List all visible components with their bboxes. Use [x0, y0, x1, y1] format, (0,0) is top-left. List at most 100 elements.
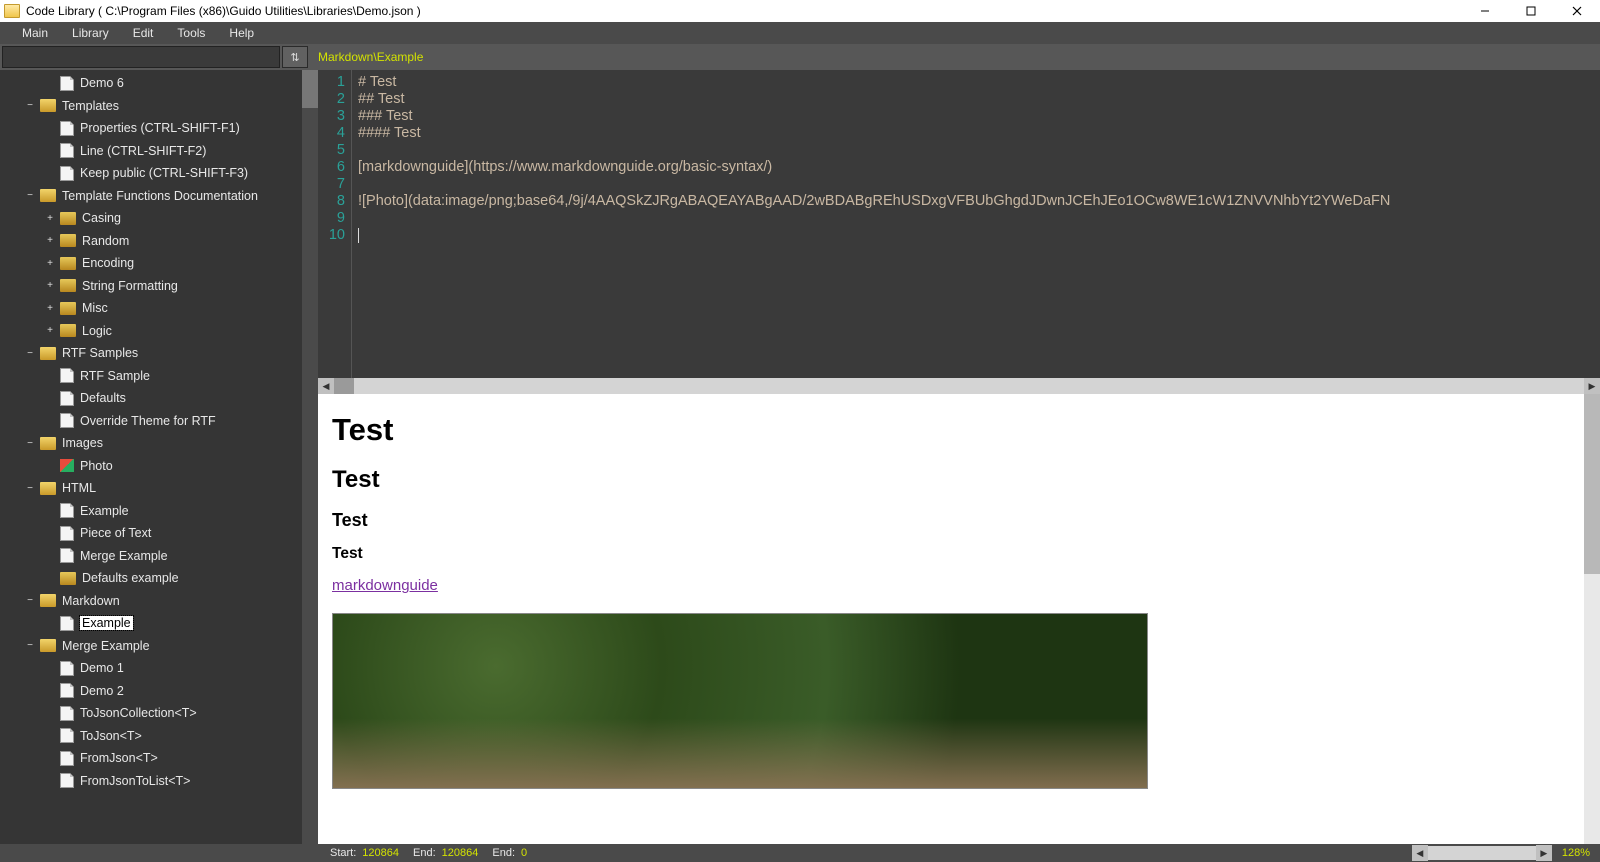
app-folder-icon: [4, 4, 20, 18]
maximize-button[interactable]: [1508, 0, 1554, 22]
code-content[interactable]: # Test## Test### Test#### Test [markdowng…: [352, 70, 1600, 378]
file-icon: [60, 368, 74, 383]
menu-library[interactable]: Library: [60, 22, 121, 44]
menu-edit[interactable]: Edit: [121, 22, 166, 44]
code-line[interactable]: [358, 227, 1600, 244]
collapse-icon[interactable]: −: [24, 348, 36, 359]
tree-item[interactable]: + Casing: [0, 207, 318, 230]
expand-icon[interactable]: +: [44, 325, 56, 336]
code-line[interactable]: # Test: [358, 74, 1600, 91]
tree-item[interactable]: Keep public (CTRL-SHIFT-F3): [0, 162, 318, 185]
file-icon: [60, 503, 74, 518]
tree-item-label: Casing: [82, 211, 121, 225]
expand-icon[interactable]: +: [44, 303, 56, 314]
sidebar: Demo 6−TemplatesProperties (CTRL-SHIFT-F…: [0, 70, 318, 844]
tree-item[interactable]: +String Formatting: [0, 275, 318, 298]
tree-item[interactable]: −Template Functions Documentation: [0, 185, 318, 208]
tree-item[interactable]: ToJson<T>: [0, 725, 318, 748]
expand-icon[interactable]: +: [44, 235, 56, 246]
collapse-icon[interactable]: −: [24, 100, 36, 111]
tree-item[interactable]: −Markdown: [0, 590, 318, 613]
code-line[interactable]: [358, 176, 1600, 193]
tree-item[interactable]: −Templates: [0, 95, 318, 118]
tree-item[interactable]: Line (CTRL-SHIFT-F2): [0, 140, 318, 163]
tree-item[interactable]: +Misc: [0, 297, 318, 320]
tree-item-label: Encoding: [82, 256, 134, 270]
tree-item[interactable]: +Logic: [0, 320, 318, 343]
tree-item[interactable]: Defaults example: [0, 567, 318, 590]
collapse-icon[interactable]: −: [24, 595, 36, 606]
scroll-thumb[interactable]: [334, 378, 354, 394]
scroll-right-icon[interactable]: ▶: [1584, 378, 1600, 394]
tree-item[interactable]: Override Theme for RTF: [0, 410, 318, 433]
search-input[interactable]: [2, 46, 280, 68]
line-number: 4: [318, 125, 345, 142]
tree-item[interactable]: Piece of Text: [0, 522, 318, 545]
tree-item[interactable]: RTF Sample: [0, 365, 318, 388]
tree-item[interactable]: −Images: [0, 432, 318, 455]
preview-h4: Test: [332, 545, 1586, 563]
tree-item[interactable]: −RTF Samples: [0, 342, 318, 365]
editor-horizontal-scrollbar[interactable]: ◀ ▶: [318, 378, 1600, 394]
window-title: Code Library ( C:\Program Files (x86)\Gu…: [26, 4, 421, 18]
code-line[interactable]: ![Photo](data:image/png;base64,/9j/4AAQS…: [358, 193, 1600, 210]
code-line[interactable]: [358, 210, 1600, 227]
preview-scroll-thumb[interactable]: [1584, 394, 1600, 574]
sort-icon: ⇅: [290, 51, 299, 64]
collapse-icon[interactable]: −: [24, 640, 36, 651]
line-number: 1: [318, 74, 345, 91]
code-line[interactable]: ## Test: [358, 91, 1600, 108]
toolbar: ⇅ Markdown\Example: [0, 44, 1600, 70]
expand-icon[interactable]: +: [44, 280, 56, 291]
status-horizontal-scrollbar[interactable]: ◀ ▶: [1412, 846, 1552, 860]
line-number: 6: [318, 159, 345, 176]
status-scroll-right-icon[interactable]: ▶: [1536, 845, 1552, 861]
expand-icon[interactable]: +: [44, 213, 56, 224]
scroll-left-icon[interactable]: ◀: [318, 378, 334, 394]
line-number: 8: [318, 193, 345, 210]
tree-item[interactable]: Merge Example: [0, 545, 318, 568]
menu-help[interactable]: Help: [217, 22, 266, 44]
minimize-button[interactable]: [1462, 0, 1508, 22]
tree-item[interactable]: +Random: [0, 230, 318, 253]
tree-item[interactable]: Defaults: [0, 387, 318, 410]
sidebar-scroll-thumb[interactable]: [302, 70, 318, 108]
tree-item[interactable]: Example: [0, 612, 318, 635]
status-scroll-left-icon[interactable]: ◀: [1412, 845, 1428, 861]
tree-item[interactable]: Demo 2: [0, 680, 318, 703]
tree-item[interactable]: FromJsonToList<T>: [0, 770, 318, 793]
file-icon: [60, 661, 74, 676]
expand-icon[interactable]: +: [44, 258, 56, 269]
menu-main[interactable]: Main: [10, 22, 60, 44]
tree-item[interactable]: + Encoding: [0, 252, 318, 275]
tree-item-label: Override Theme for RTF: [80, 414, 216, 428]
tree-item[interactable]: FromJson<T>: [0, 747, 318, 770]
file-icon: [60, 683, 74, 698]
tree-item[interactable]: Photo: [0, 455, 318, 478]
tree-item[interactable]: Example: [0, 500, 318, 523]
tree-item[interactable]: −HTML: [0, 477, 318, 500]
code-line[interactable]: [358, 142, 1600, 159]
code-line[interactable]: ### Test: [358, 108, 1600, 125]
code-line[interactable]: #### Test: [358, 125, 1600, 142]
collapse-icon[interactable]: −: [24, 438, 36, 449]
file-icon: [60, 548, 74, 563]
preview-link[interactable]: markdownguide: [332, 577, 438, 594]
zoom-level[interactable]: 128%: [1562, 847, 1590, 859]
tree-item-label: Example: [80, 616, 133, 630]
sidebar-scrollbar[interactable]: [302, 70, 318, 844]
tree-item[interactable]: Properties (CTRL-SHIFT-F1): [0, 117, 318, 140]
tree-item[interactable]: Demo 1: [0, 657, 318, 680]
code-editor[interactable]: 12345678910 # Test## Test### Test#### Te…: [318, 70, 1600, 378]
sort-button[interactable]: ⇅: [282, 46, 308, 68]
collapse-icon[interactable]: −: [24, 483, 36, 494]
tree-item[interactable]: ToJsonCollection<T>: [0, 702, 318, 725]
collapse-icon[interactable]: −: [24, 190, 36, 201]
status-end2-label: End:: [492, 847, 515, 859]
close-button[interactable]: [1554, 0, 1600, 22]
code-line[interactable]: [markdownguide](https://www.markdownguid…: [358, 159, 1600, 176]
tree-item[interactable]: −Merge Example: [0, 635, 318, 658]
library-tree[interactable]: Demo 6−TemplatesProperties (CTRL-SHIFT-F…: [0, 70, 318, 792]
menu-tools[interactable]: Tools: [165, 22, 217, 44]
tree-item[interactable]: Demo 6: [0, 72, 318, 95]
